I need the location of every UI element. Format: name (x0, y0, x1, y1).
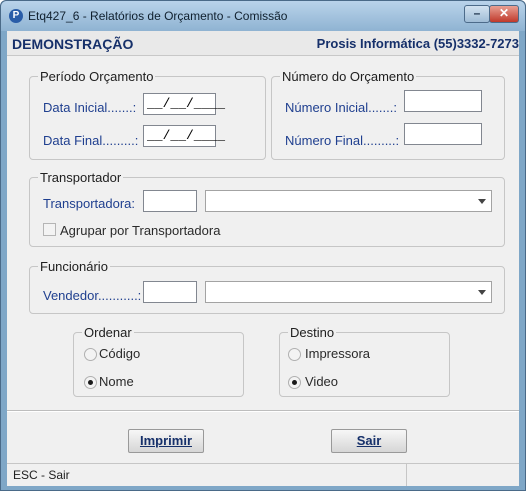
radio-video-label[interactable]: Video (305, 374, 338, 389)
status-cell: ESC - Sair (7, 464, 407, 486)
minimize-button[interactable]: – (464, 5, 490, 23)
numero-inicial-label: Número Inicial.......: (285, 100, 397, 115)
agrupar-label[interactable]: Agrupar por Transportadora (60, 223, 220, 238)
demo-label: DEMONSTRAÇÃO (12, 36, 134, 52)
radio-nome[interactable] (84, 376, 97, 389)
chevron-down-icon[interactable] (478, 290, 486, 295)
periodo-group: Período Orçamento Data Inicial.......: _… (29, 69, 266, 160)
company-label: Prosis Informática (55)3332-7273 (316, 36, 519, 51)
data-inicial-field[interactable]: __/__/____ (143, 93, 225, 115)
numero-group-title: Número do Orçamento (280, 69, 417, 84)
title-bar[interactable]: P Etq427_6 - Relatórios de Orçamento - C… (1, 1, 525, 31)
funcionario-group: Funcionário Vendedor...........: (29, 259, 505, 314)
transportadora-code-field[interactable] (143, 190, 197, 212)
vendedor-select[interactable] (205, 281, 492, 303)
numero-group: Número do Orçamento Número Inicial......… (271, 69, 505, 160)
window-title: Etq427_6 - Relatórios de Orçamento - Com… (28, 9, 288, 23)
status-text: ESC - Sair (13, 468, 70, 482)
numero-inicial-field[interactable] (404, 90, 482, 112)
radio-codigo-label[interactable]: Código (99, 346, 140, 361)
imprimir-button[interactable]: Imprimir (128, 429, 204, 453)
data-final-field[interactable]: __/__/____ (143, 125, 225, 147)
funcionario-group-title: Funcionário (38, 259, 110, 274)
transportadora-select[interactable] (205, 190, 492, 212)
numero-final-label: Número Final.........: (285, 133, 400, 148)
radio-impressora-label[interactable]: Impressora (305, 346, 370, 361)
sair-button[interactable]: Sair (331, 429, 407, 453)
ordenar-group: Ordenar Código Nome (73, 325, 244, 397)
report-window: P Etq427_6 - Relatórios de Orçamento - C… (0, 0, 526, 491)
header-bar: DEMONSTRAÇÃO Prosis Informática (55)3332… (7, 31, 519, 56)
status-bar: ESC - Sair (7, 463, 519, 486)
radio-codigo[interactable] (84, 348, 97, 361)
destino-group-title: Destino (288, 325, 337, 340)
agrupar-checkbox[interactable] (43, 223, 56, 236)
destino-group: Destino Impressora Video (279, 325, 450, 397)
bottom-divider (7, 410, 519, 411)
data-inicial-label: Data Inicial.......: (43, 100, 137, 115)
numero-final-field[interactable] (404, 123, 482, 145)
app-logo-icon: P (9, 9, 23, 23)
transportadora-label: Transportadora: (43, 196, 136, 211)
transportador-group: Transportador Transportadora: Agrupar po… (29, 170, 505, 247)
transportador-group-title: Transportador (38, 170, 124, 185)
vendedor-code-field[interactable] (143, 281, 197, 303)
data-final-label: Data Final.........: (43, 133, 139, 148)
client-area: DEMONSTRAÇÃO Prosis Informática (55)3332… (7, 31, 519, 486)
radio-nome-label[interactable]: Nome (99, 374, 134, 389)
close-button[interactable]: ✕ (489, 5, 519, 23)
radio-impressora[interactable] (288, 348, 301, 361)
vendedor-label: Vendedor...........: (43, 288, 142, 303)
chevron-down-icon[interactable] (478, 199, 486, 204)
periodo-group-title: Período Orçamento (38, 69, 156, 84)
radio-video[interactable] (288, 376, 301, 389)
ordenar-group-title: Ordenar (82, 325, 134, 340)
